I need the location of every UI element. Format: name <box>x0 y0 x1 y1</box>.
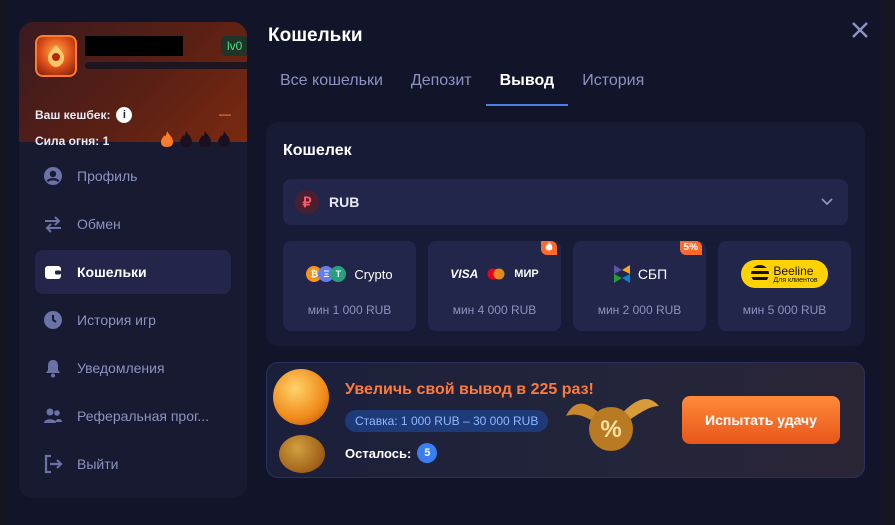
sidebar-item-label: Реферальная прог... <box>77 408 210 424</box>
fire-power-indicator <box>160 130 231 148</box>
page-title: Кошельки <box>268 25 363 46</box>
payment-methods: ₿ Ξ T Crypto мин 1 000 RUB VISA МИР мин … <box>283 241 851 331</box>
sbp-logo: СБП <box>573 261 706 287</box>
winged-percent-icon: % <box>566 398 659 451</box>
sidebar-item-notifications[interactable]: Уведомления <box>35 346 231 390</box>
attempts-left: Осталось: 5 <box>345 443 438 463</box>
user-icon <box>44 167 62 185</box>
sidebar-item-game-history[interactable]: История игр <box>35 298 231 342</box>
sidebar-item-logout[interactable]: Выйти <box>35 442 231 486</box>
mir-logo: МИР <box>514 268 539 280</box>
method-card[interactable]: VISA МИР мин 4 000 RUB <box>428 241 561 331</box>
visa-logo: VISA <box>450 267 479 281</box>
currency-select[interactable]: ₽ RUB <box>283 179 848 225</box>
cashback-row: Ваш кешбек: i <box>35 107 133 123</box>
cashback-value: — <box>219 107 231 121</box>
sidebar-item-referral[interactable]: Реферальная прог... <box>35 394 231 438</box>
xp-progress-bar <box>85 62 247 69</box>
sidebar-item-label: Профиль <box>77 168 138 184</box>
coin-decoration <box>273 369 329 425</box>
sidebar: lv0 Ваш кешбек: i — Сила огня: 1 Профиль… <box>19 22 247 498</box>
fire-badge <box>541 241 557 255</box>
flame-icon <box>545 241 553 251</box>
method-sbp[interactable]: 5% СБП мин 2 000 RUB <box>573 241 706 331</box>
sidebar-item-exchange[interactable]: Обмен <box>35 202 231 246</box>
tab-deposit[interactable]: Депозит <box>397 60 486 106</box>
method-min: мин 2 000 RUB <box>597 303 682 317</box>
beeline-pill: Beeline Для клиентов <box>741 260 828 288</box>
sidebar-item-label: Кошельки <box>77 264 147 280</box>
flame-icon <box>161 131 173 147</box>
method-name: Crypto <box>354 266 393 282</box>
logout-icon <box>44 454 63 474</box>
svg-text:%: % <box>600 416 621 443</box>
flame-icon <box>180 131 192 147</box>
flame-icon <box>199 131 211 147</box>
beeline-stripes-icon <box>751 265 770 283</box>
method-crypto[interactable]: ₿ Ξ T Crypto мин 1 000 RUB <box>283 241 416 331</box>
method-beeline[interactable]: Beeline Для клиентов мин 5 000 RUB <box>718 241 851 331</box>
profile-card: lv0 Ваш кешбек: i — Сила огня: 1 <box>19 22 247 148</box>
level-badge: lv0 <box>221 36 247 56</box>
method-name: СБП <box>637 266 668 282</box>
tab-withdraw[interactable]: Вывод <box>485 60 569 106</box>
beeline-subtitle: Для клиентов <box>773 276 818 284</box>
tab-history[interactable]: История <box>568 60 658 106</box>
try-luck-button[interactable]: Испытать удачу <box>682 396 840 444</box>
wallet-icon <box>45 266 61 279</box>
wallet-title: Кошелек <box>283 142 352 159</box>
currency-value: RUB <box>329 194 360 210</box>
bonus-badge: 5% <box>679 241 702 255</box>
close-icon[interactable] <box>848 18 872 42</box>
mastercard-icon <box>487 268 505 280</box>
tether-icon: T <box>330 266 347 282</box>
sidebar-menu: Профиль Обмен Кошельки История игр Уведо… <box>35 154 231 490</box>
promo-banner: Увеличь свой вывод в 225 раз! Ставка: 1 … <box>266 362 865 478</box>
sidebar-item-label: Выйти <box>77 456 119 472</box>
sidebar-item-label: История игр <box>77 312 156 328</box>
users-icon <box>44 408 62 423</box>
sidebar-item-profile[interactable]: Профиль <box>35 154 231 198</box>
clock-icon <box>44 311 62 329</box>
bell-icon <box>46 360 60 378</box>
wallet-tabs: Все кошельки Депозит Вывод История <box>266 60 658 106</box>
avatar[interactable] <box>35 35 77 77</box>
method-min: мин 1 000 RUB <box>307 303 392 317</box>
promo-rate-badge: Ставка: 1 000 RUB – 30 000 RUB <box>345 410 549 432</box>
method-name: Beeline <box>773 263 814 278</box>
tab-all-wallets[interactable]: Все кошельки <box>266 60 397 106</box>
beeline-text: Beeline Для клиентов <box>773 265 817 284</box>
sidebar-item-label: Обмен <box>77 216 121 232</box>
method-min: мин 5 000 RUB <box>742 303 827 317</box>
ruble-icon: ₽ <box>295 190 319 214</box>
sbp-icon <box>613 265 630 283</box>
coin-decoration <box>279 435 325 473</box>
background-strip-left <box>0 0 8 525</box>
attempts-count: 5 <box>417 443 438 463</box>
sidebar-item-label: Уведомления <box>77 360 165 376</box>
phoenix-icon <box>48 45 64 67</box>
card-logos: VISA МИР <box>428 261 561 287</box>
crypto-logo: ₿ Ξ T Crypto <box>283 261 416 287</box>
info-icon[interactable]: i <box>116 107 133 123</box>
beeline-logo: Beeline Для клиентов <box>718 260 851 288</box>
wallet-card: Кошелек ₽ RUB ₿ Ξ T Crypto мин 1 000 RUB… <box>266 122 865 346</box>
background-strip-right <box>881 0 895 525</box>
fire-power-label: Сила огня: 1 <box>35 134 110 148</box>
exchange-icon <box>45 216 61 233</box>
username-redacted <box>85 36 183 56</box>
chevron-down-icon <box>821 198 833 206</box>
flame-icon <box>218 131 230 147</box>
attempts-label: Осталось: <box>345 445 412 461</box>
cashback-label: Ваш кешбек: <box>35 108 111 122</box>
method-min: мин 4 000 RUB <box>452 303 537 317</box>
promo-title: Увеличь свой вывод в 225 раз! <box>345 381 594 398</box>
sidebar-item-wallets[interactable]: Кошельки <box>35 250 231 294</box>
